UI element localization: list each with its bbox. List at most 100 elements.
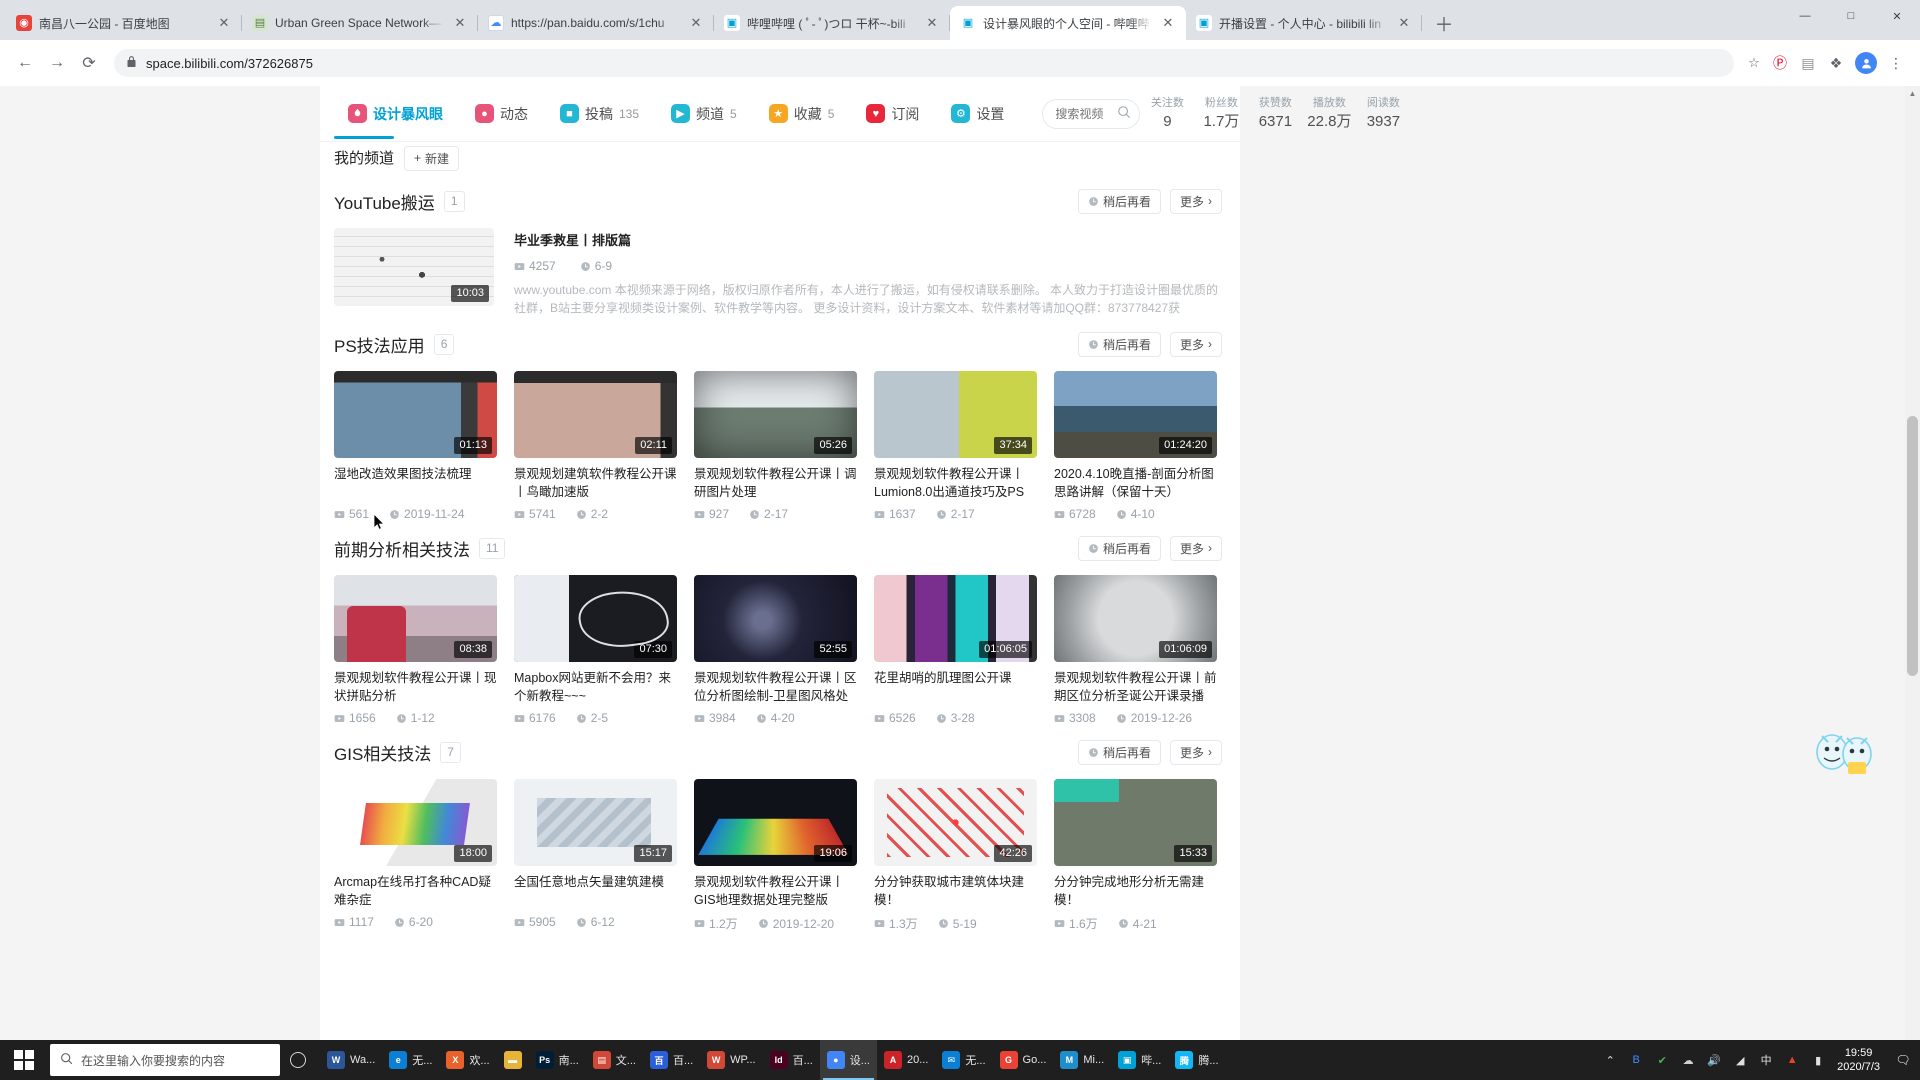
video-card[interactable]: 01:06:05 花里胡哨的肌理图公开课 6526 3-28: [874, 575, 1037, 725]
power-icon[interactable]: ▮: [1805, 1040, 1831, 1080]
browser-tab-4[interactable]: ▣ 设计暴风眼的个人空间 - 哔哩哔 ✕: [950, 6, 1186, 40]
more-button[interactable]: 更多 ›: [1169, 331, 1222, 357]
input-method-icon[interactable]: 中: [1753, 1040, 1779, 1080]
scrollbar-thumb[interactable]: [1907, 416, 1918, 676]
watch-later-button[interactable]: 稍后再看: [1077, 535, 1161, 561]
video-card[interactable]: 37:34 景观规划软件教程公开课丨Lumion8.0出通道技巧及PS 1637 2-…: [874, 371, 1037, 521]
video-thumbnail[interactable]: 02:11: [514, 371, 677, 458]
taskbar-app-bilibili-live[interactable]: ▣ 哔...: [1111, 1040, 1168, 1080]
taskbar-app-mindmaster[interactable]: M Mi...: [1053, 1040, 1111, 1080]
close-window-button[interactable]: ✕: [1874, 0, 1920, 32]
minimize-button[interactable]: —: [1782, 0, 1828, 32]
more-button[interactable]: 更多 ›: [1169, 188, 1222, 214]
note-extension-icon[interactable]: ▤: [1794, 49, 1822, 77]
browser-tab-close-icon[interactable]: ✕: [452, 15, 468, 31]
video-thumbnail[interactable]: 10:03: [334, 228, 494, 306]
back-button[interactable]: ←: [10, 48, 40, 78]
new-channel-button[interactable]: + 新建: [404, 145, 460, 171]
video-search-box[interactable]: [1042, 98, 1141, 129]
page-scrollbar[interactable]: ▲ ▼: [1905, 86, 1920, 1080]
video-thumbnail[interactable]: 07:30: [514, 575, 677, 662]
video-card[interactable]: 01:13 湿地改造效果图技法梳理 561 2019-11-24: [334, 371, 497, 521]
browser-tab-5[interactable]: ▣ 开播设置 - 个人中心 - bilibili lin ✕: [1186, 6, 1422, 40]
search-icon[interactable]: [1117, 105, 1131, 122]
address-bar[interactable]: space.bilibili.com/372626875: [114, 49, 1734, 77]
taskbar-app-chrome[interactable]: ● 设...: [819, 1040, 877, 1080]
taskbar-app-photoshop[interactable]: Ps 南...: [529, 1040, 586, 1080]
nav-item-star[interactable]: ★ 收藏 5: [753, 104, 851, 124]
taskbar-app-wps-doc[interactable]: ▤ 文...: [586, 1040, 643, 1080]
browser-tab-0[interactable]: ◉ 南昌八一公园 - 百度地图 ✕: [6, 6, 242, 40]
video-card[interactable]: 08:38 景观规划软件教程公开课丨现状拼贴分析 1656 1-12: [334, 575, 497, 725]
video-title[interactable]: 景观规划软件教程公开课丨调研图片处理: [694, 465, 857, 501]
featured-video[interactable]: 10:03 毕业季救星丨排版篇 4257 6-9 www.youtube.com 本视频…: [334, 228, 1222, 317]
start-button[interactable]: [0, 1040, 48, 1080]
video-card[interactable]: 01:24:20 2020.4.10晚直播-剖面分析图思路讲解（保留十天） 6728…: [1054, 371, 1217, 521]
network-icon[interactable]: ◢: [1727, 1040, 1753, 1080]
search-input[interactable]: [1055, 106, 1114, 121]
browser-tab-close-icon[interactable]: ✕: [1396, 15, 1412, 31]
watch-later-button[interactable]: 稍后再看: [1077, 188, 1161, 214]
video-card[interactable]: 19:06 景观规划软件教程公开课丨GIS地理数据处理完整版 1.2万 2019-12…: [694, 779, 857, 932]
video-card[interactable]: 18:00 Arcmap在线吊打各种CAD疑难杂症 1117 6-20: [334, 779, 497, 932]
flame-tray-icon[interactable]: ▲: [1779, 1040, 1805, 1080]
taskbar-app-xmind[interactable]: X 欢...: [439, 1040, 496, 1080]
video-title[interactable]: 景观规划软件教程公开课丨Lumion8.0出通道技巧及PS: [874, 465, 1037, 501]
video-thumbnail[interactable]: 01:24:20: [1054, 371, 1217, 458]
volume-icon[interactable]: 🔊: [1701, 1040, 1727, 1080]
new-tab-button[interactable]: ＋: [1430, 9, 1458, 37]
taskbar-app-baidu[interactable]: 百百...: [643, 1040, 700, 1080]
video-card[interactable]: 07:30 Mapbox网站更新不会用？来个新教程~~~ 6176 2-5: [514, 575, 677, 725]
watch-later-button[interactable]: 稍后再看: [1077, 331, 1161, 357]
notification-center-icon[interactable]: 🗨: [1890, 1040, 1916, 1080]
taskbar-app-folder[interactable]: ▬: [497, 1040, 529, 1080]
taskbar-app-word[interactable]: W Wa...: [320, 1040, 382, 1080]
profile-brand[interactable]: 设计暴风眼: [332, 104, 459, 124]
more-button[interactable]: 更多 ›: [1169, 739, 1222, 765]
video-card[interactable]: 52:55 景观规划软件教程公开课丨区位分析图绘制-卫星图风格处 3984 4-20: [694, 575, 857, 725]
onedrive-icon[interactable]: ☁: [1675, 1040, 1701, 1080]
video-title[interactable]: 分分钟完成地形分析无需建模！: [1054, 873, 1217, 909]
video-title[interactable]: Mapbox网站更新不会用？来个新教程~~~: [514, 669, 677, 705]
browser-tab-close-icon[interactable]: ✕: [688, 15, 704, 31]
browser-tab-2[interactable]: ☁ https://pan.baidu.com/s/1chu ✕: [478, 6, 714, 40]
video-thumbnail[interactable]: 15:33: [1054, 779, 1217, 866]
video-thumbnail[interactable]: 01:06:05: [874, 575, 1037, 662]
video-thumbnail[interactable]: 52:55: [694, 575, 857, 662]
pinterest-extension-icon[interactable]: Ⓟ: [1766, 49, 1794, 77]
more-button[interactable]: 更多 ›: [1169, 535, 1222, 561]
video-title[interactable]: 花里胡哨的肌理图公开课: [874, 669, 1037, 705]
bilibili-mascot-icon[interactable]: [1812, 722, 1878, 780]
browser-menu-button[interactable]: ⋮: [1882, 49, 1910, 77]
bookmark-star-icon[interactable]: ☆: [1744, 53, 1764, 73]
taskbar-app-google[interactable]: G Go...: [993, 1040, 1054, 1080]
scroll-up-arrow[interactable]: ▲: [1905, 86, 1920, 101]
show-hidden-icons[interactable]: ⌃: [1597, 1040, 1623, 1080]
video-card[interactable]: 15:33 分分钟完成地形分析无需建模！ 1.6万 4-21: [1054, 779, 1217, 932]
taskbar-app-edge[interactable]: e 无...: [382, 1040, 439, 1080]
tab-my-channel[interactable]: 我的频道: [334, 135, 395, 174]
video-title[interactable]: 毕业季救星丨排版篇: [514, 230, 1222, 249]
video-thumbnail[interactable]: 19:06: [694, 779, 857, 866]
video-card[interactable]: 42:26 分分钟获取城市建筑体块建模！ 1.3万 5-19: [874, 779, 1037, 932]
cortana-button[interactable]: [280, 1040, 316, 1080]
watch-later-button[interactable]: 稍后再看: [1077, 739, 1161, 765]
video-thumbnail[interactable]: 42:26: [874, 779, 1037, 866]
video-card[interactable]: 01:06:09 景观规划软件教程公开课丨前期区位分析圣诞公开课录播 3308 201…: [1054, 575, 1217, 725]
bluetooth-icon[interactable]: B: [1623, 1040, 1649, 1080]
video-thumbnail[interactable]: 08:38: [334, 575, 497, 662]
safety-icon[interactable]: ✔: [1649, 1040, 1675, 1080]
forward-button[interactable]: →: [42, 48, 72, 78]
video-title[interactable]: 景观规划软件教程公开课丨GIS地理数据处理完整版: [694, 873, 857, 909]
taskbar-app-tencent[interactable]: 腾腾...: [1168, 1040, 1225, 1080]
video-title[interactable]: 景观规划软件教程公开课丨区位分析图绘制-卫星图风格处: [694, 669, 857, 705]
video-thumbnail[interactable]: 01:06:09: [1054, 575, 1217, 662]
maximize-button[interactable]: □: [1828, 0, 1874, 32]
profile-avatar[interactable]: [1852, 49, 1880, 77]
taskbar-app-wps[interactable]: W WP...: [700, 1040, 762, 1080]
reload-button[interactable]: ⟳: [74, 48, 104, 78]
video-title[interactable]: 湿地改造效果图技法梳理: [334, 465, 497, 501]
taskbar-app-indesign[interactable]: Id 百...: [763, 1040, 820, 1080]
nav-item-gear[interactable]: ⚙ 设置: [935, 104, 1020, 124]
nav-item-heart[interactable]: ♥ 订阅: [850, 104, 935, 124]
